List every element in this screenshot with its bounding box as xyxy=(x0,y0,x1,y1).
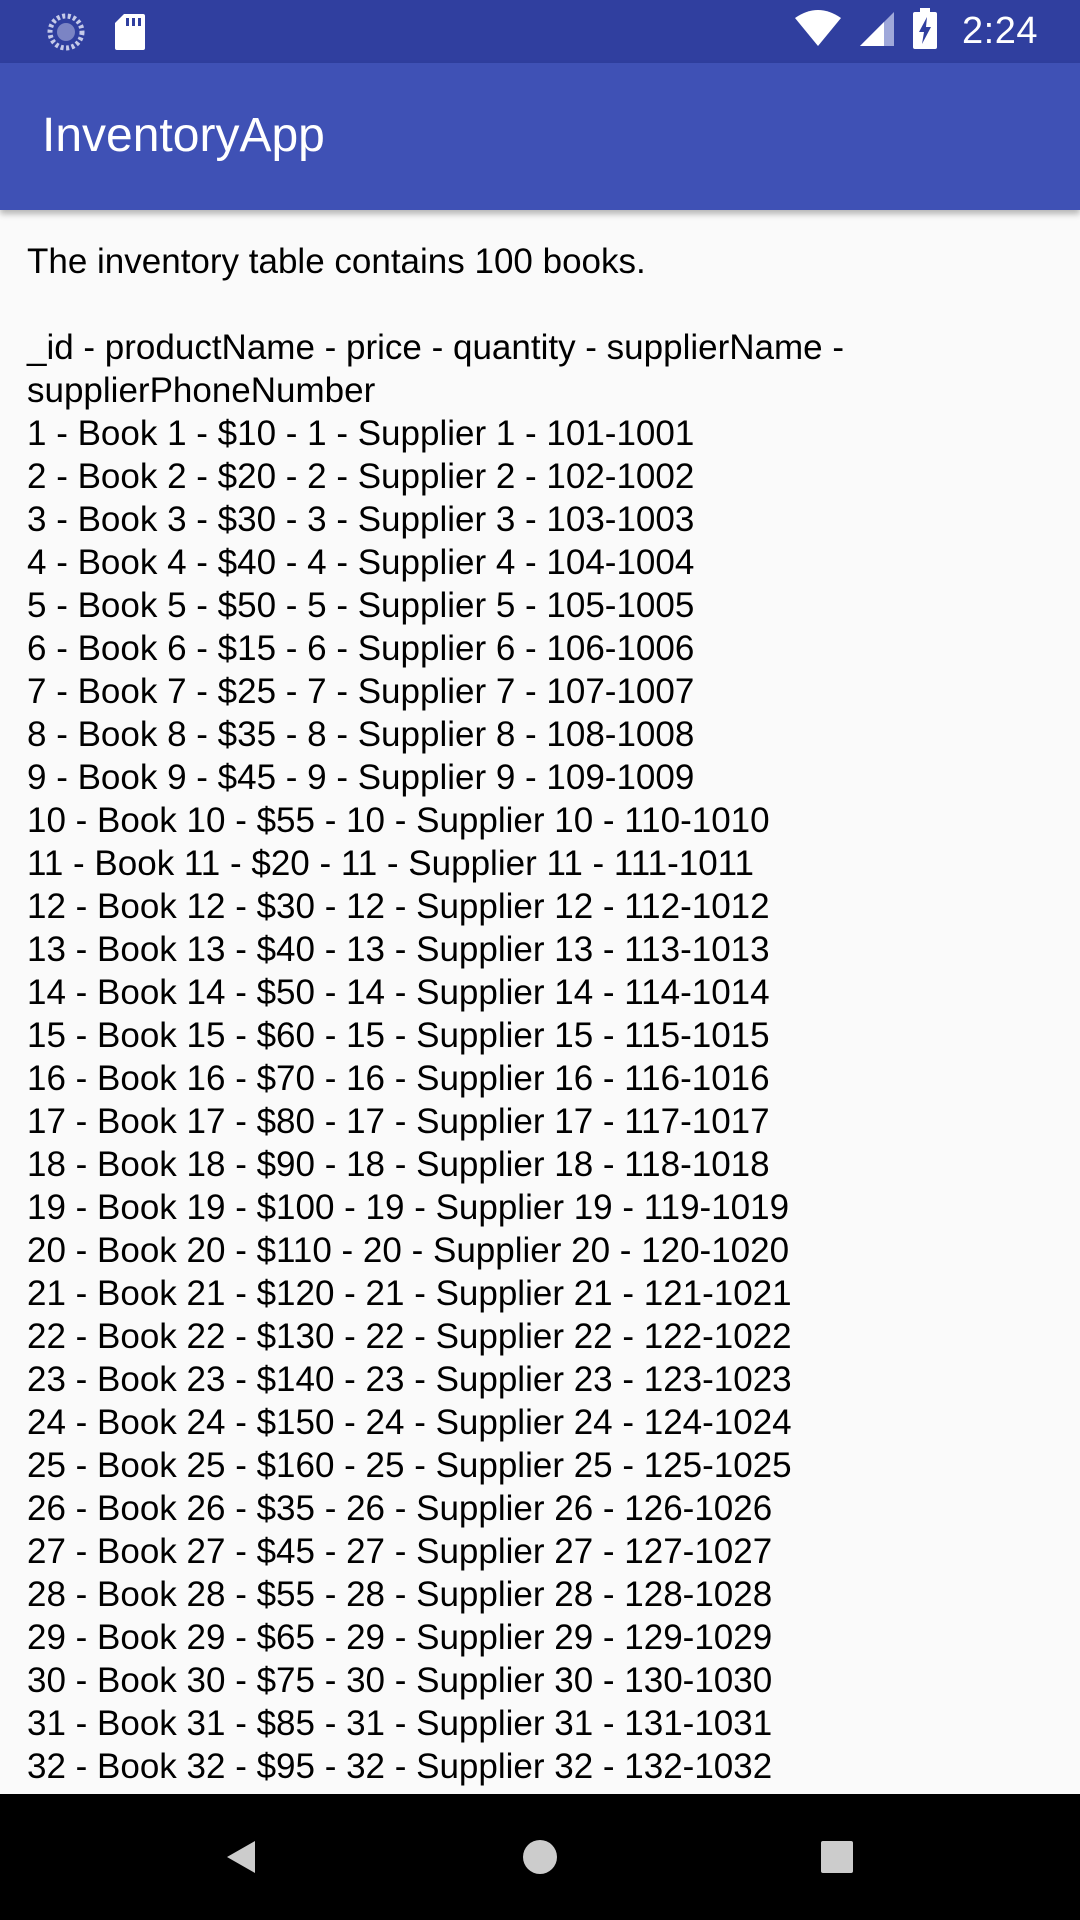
back-button[interactable] xyxy=(206,1822,276,1892)
inventory-row: 15 - Book 15 - $60 - 15 - Supplier 15 - … xyxy=(27,1016,770,1055)
inventory-row: 25 - Book 25 - $160 - 25 - Supplier 25 -… xyxy=(27,1446,792,1485)
inventory-row: 32 - Book 32 - $95 - 32 - Supplier 32 - … xyxy=(27,1747,773,1786)
inventory-row: 18 - Book 18 - $90 - 18 - Supplier 18 - … xyxy=(27,1145,770,1184)
inventory-row: 10 - Book 10 - $55 - 10 - Supplier 10 - … xyxy=(27,801,770,840)
inventory-row: 23 - Book 23 - $140 - 23 - Supplier 23 -… xyxy=(27,1360,792,1399)
app-bar: InventoryApp xyxy=(0,63,1080,210)
inventory-row: 11 - Book 11 - $20 - 11 - Supplier 11 - … xyxy=(27,844,755,883)
inventory-summary: The inventory table contains 100 books. xyxy=(27,242,646,281)
inventory-row: 24 - Book 24 - $150 - 24 - Supplier 24 -… xyxy=(27,1403,792,1442)
status-bar: 2:24 xyxy=(0,0,1080,63)
inventory-row: 7 - Book 7 - $25 - 7 - Supplier 7 - 107-… xyxy=(27,672,695,711)
inventory-row: 4 - Book 4 - $40 - 4 - Supplier 4 - 104-… xyxy=(27,543,695,582)
table-header: _id - productName - price - quantity - s… xyxy=(27,328,844,410)
status-time: 2:24 xyxy=(962,10,1038,52)
inventory-row: 8 - Book 8 - $35 - 8 - Supplier 8 - 108-… xyxy=(27,715,695,754)
inventory-row: 1 - Book 1 - $10 - 1 - Supplier 1 - 101-… xyxy=(27,414,695,453)
cell-signal-icon xyxy=(858,10,896,53)
back-icon xyxy=(227,1841,255,1873)
inventory-row: 12 - Book 12 - $30 - 12 - Supplier 12 - … xyxy=(27,887,770,926)
inventory-rows: 1 - Book 1 - $10 - 1 - Supplier 1 - 101-… xyxy=(27,412,1047,1794)
inventory-row: 29 - Book 29 - $65 - 29 - Supplier 29 - … xyxy=(27,1618,773,1657)
inventory-row: 19 - Book 19 - $100 - 19 - Supplier 19 -… xyxy=(27,1188,790,1227)
inventory-row: 16 - Book 16 - $70 - 16 - Supplier 16 - … xyxy=(27,1059,770,1098)
app-title: InventoryApp xyxy=(42,109,325,162)
sync-icon xyxy=(46,12,86,57)
inventory-row: 27 - Book 27 - $45 - 27 - Supplier 27 - … xyxy=(27,1532,773,1571)
inventory-row: 13 - Book 13 - $40 - 13 - Supplier 13 - … xyxy=(27,930,770,969)
inventory-row: 5 - Book 5 - $50 - 5 - Supplier 5 - 105-… xyxy=(27,586,695,625)
recents-icon xyxy=(821,1841,853,1873)
inventory-text: The inventory table contains 100 books. … xyxy=(27,240,1047,1794)
inventory-row: 26 - Book 26 - $35 - 26 - Supplier 26 - … xyxy=(27,1489,773,1528)
battery-charging-icon xyxy=(912,8,938,55)
wifi-icon xyxy=(794,10,842,53)
inventory-content[interactable]: The inventory table contains 100 books. … xyxy=(0,210,1080,1794)
inventory-row: 21 - Book 21 - $120 - 21 - Supplier 21 -… xyxy=(27,1274,792,1313)
home-button[interactable] xyxy=(505,1822,575,1892)
inventory-row: 31 - Book 31 - $85 - 31 - Supplier 31 - … xyxy=(27,1704,773,1743)
inventory-row: 3 - Book 3 - $30 - 3 - Supplier 3 - 103-… xyxy=(27,500,695,539)
inventory-row: 2 - Book 2 - $20 - 2 - Supplier 2 - 102-… xyxy=(27,457,695,496)
inventory-row: 6 - Book 6 - $15 - 6 - Supplier 6 - 106-… xyxy=(27,629,695,668)
inventory-row: 30 - Book 30 - $75 - 30 - Supplier 30 - … xyxy=(27,1661,773,1700)
inventory-row: 20 - Book 20 - $110 - 20 - Supplier 20 -… xyxy=(27,1231,790,1270)
navigation-bar xyxy=(0,1794,1080,1920)
inventory-row: 14 - Book 14 - $50 - 14 - Supplier 14 - … xyxy=(27,973,770,1012)
sd-card-icon xyxy=(114,13,146,56)
inventory-row: 17 - Book 17 - $80 - 17 - Supplier 17 - … xyxy=(27,1102,770,1141)
recents-button[interactable] xyxy=(802,1822,872,1892)
inventory-row: 28 - Book 28 - $55 - 28 - Supplier 28 - … xyxy=(27,1575,773,1614)
inventory-row: 9 - Book 9 - $45 - 9 - Supplier 9 - 109-… xyxy=(27,758,695,797)
inventory-row: 22 - Book 22 - $130 - 22 - Supplier 22 -… xyxy=(27,1317,792,1356)
home-icon xyxy=(523,1840,557,1874)
